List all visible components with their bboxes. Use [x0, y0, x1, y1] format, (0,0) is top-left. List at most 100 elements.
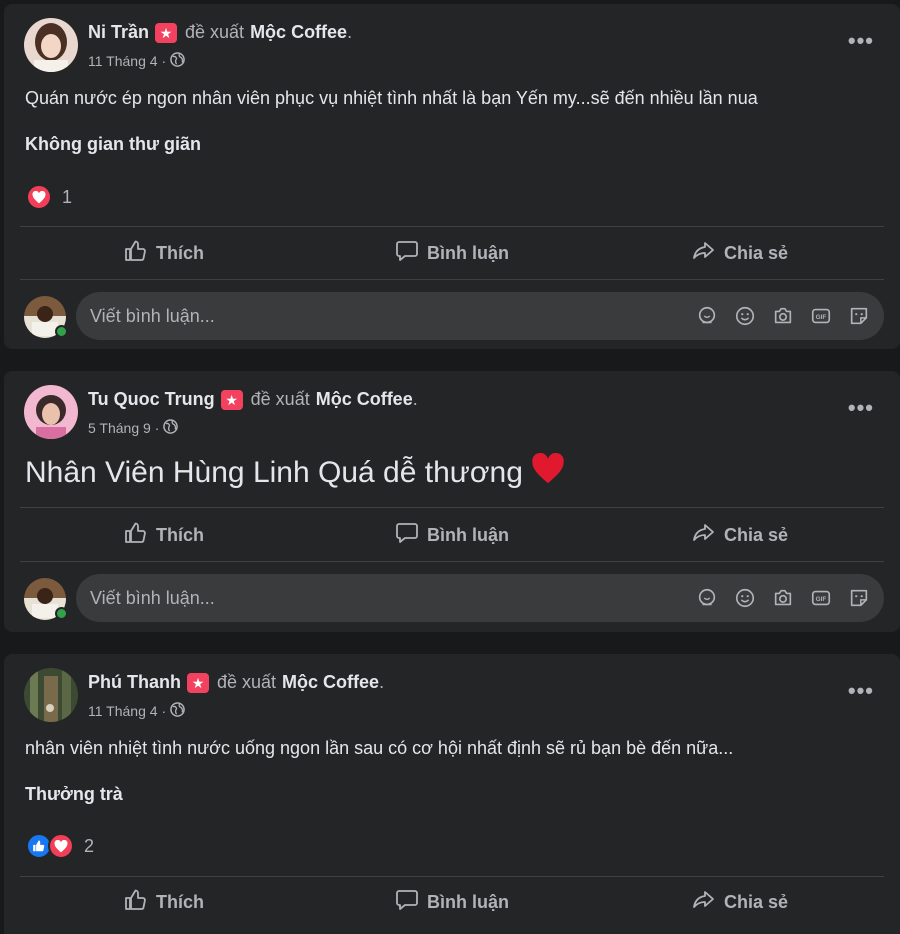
- post-text: nhân viên nhiệt tình nước uống ngon lần …: [25, 738, 734, 758]
- comment-label: Bình luận: [427, 524, 509, 545]
- page-name[interactable]: Mộc Coffee: [282, 672, 379, 693]
- post-text: Nhân Viên Hùng Linh Quá dễ thương: [25, 456, 523, 489]
- heart-emoji-icon: [531, 452, 565, 493]
- meta-separator: ·: [154, 420, 160, 436]
- like-button[interactable]: Thích: [20, 231, 308, 275]
- recommend-verb: đề xuất: [217, 672, 277, 692]
- author-avatar[interactable]: [24, 385, 78, 439]
- share-button[interactable]: Chia sẻ: [596, 513, 884, 557]
- comment-input[interactable]: [90, 305, 694, 327]
- comment-input[interactable]: [90, 587, 694, 609]
- gif-icon[interactable]: GIF: [808, 585, 834, 611]
- more-options-icon[interactable]: •••: [848, 28, 874, 54]
- page-name[interactable]: Mộc Coffee: [316, 389, 413, 410]
- post-meta: 11 Tháng 4 ·: [88, 52, 186, 70]
- like-button[interactable]: Thích: [20, 880, 308, 924]
- author-name[interactable]: Ni Trần: [88, 22, 149, 43]
- avatar-sticker-icon[interactable]: [694, 303, 720, 329]
- post-card: Tu Quoc Trung ★ đề xuất Mộc Coffee . 5 T…: [4, 371, 900, 632]
- comment-tools: GIF: [694, 303, 872, 329]
- comment-icon: [395, 239, 419, 268]
- share-button[interactable]: Chia sẻ: [596, 231, 884, 275]
- author-line: Tu Quoc Trung ★ đề xuất Mộc Coffee .: [88, 389, 418, 410]
- comment-button[interactable]: Bình luận: [308, 880, 596, 924]
- meta-separator: ·: [161, 703, 167, 719]
- comment-icon: [395, 888, 419, 917]
- thumbs-up-icon: [124, 239, 148, 268]
- share-icon: [692, 239, 716, 268]
- comment-composer: GIF: [24, 574, 884, 622]
- share-icon: [692, 521, 716, 550]
- globe-icon: [170, 52, 186, 70]
- sentence-period: .: [347, 22, 353, 42]
- recommend-badge-icon: ★: [187, 672, 209, 693]
- comment-label: Bình luận: [427, 242, 509, 263]
- heart-reaction-icon: [26, 184, 52, 210]
- divider: [20, 279, 884, 280]
- author-line: Ni Trần ★ đề xuất Mộc Coffee .: [88, 22, 352, 43]
- divider: [20, 876, 884, 877]
- comment-tools: GIF: [694, 585, 872, 611]
- post-meta: 5 Tháng 9 ·: [88, 419, 179, 437]
- svg-text:GIF: GIF: [816, 314, 827, 321]
- post-tag: Thưởng trà: [25, 784, 123, 804]
- comment-input-wrapper: GIF: [76, 574, 884, 622]
- recommend-badge-icon: ★: [220, 389, 243, 410]
- share-icon: [692, 888, 716, 917]
- sticker-icon[interactable]: [846, 303, 872, 329]
- share-label: Chia sẻ: [723, 524, 789, 545]
- post-header: Ni Trần ★ đề xuất Mộc Coffee . 11 Tháng …: [24, 18, 900, 74]
- more-options-icon[interactable]: •••: [848, 678, 874, 704]
- post-date[interactable]: 11 Tháng 4: [88, 703, 158, 719]
- gif-icon[interactable]: GIF: [808, 303, 834, 329]
- camera-icon[interactable]: [770, 303, 796, 329]
- reaction-summary[interactable]: 2: [26, 833, 94, 859]
- comment-composer: GIF: [24, 292, 884, 340]
- comment-icon: [395, 521, 419, 550]
- comment-input-wrapper: GIF: [76, 292, 884, 340]
- post-header: Tu Quoc Trung ★ đề xuất Mộc Coffee . 5 T…: [24, 385, 900, 441]
- like-label: Thích: [156, 891, 204, 912]
- more-options-icon[interactable]: •••: [848, 395, 874, 421]
- sticker-icon[interactable]: [846, 585, 872, 611]
- emoji-icon[interactable]: [732, 585, 758, 611]
- heart-reaction-icon: [48, 833, 74, 859]
- recommend-verb: đề xuất: [185, 22, 245, 42]
- like-button[interactable]: Thích: [20, 513, 308, 557]
- page-name[interactable]: Mộc Coffee: [250, 22, 347, 43]
- comment-button[interactable]: Bình luận: [308, 513, 596, 557]
- author-name[interactable]: Tu Quoc Trung: [88, 389, 215, 410]
- author-avatar[interactable]: [24, 18, 78, 72]
- svg-text:GIF: GIF: [816, 596, 827, 603]
- author-name[interactable]: Phú Thanh: [88, 672, 181, 693]
- online-status-icon: [55, 325, 68, 338]
- comment-button[interactable]: Bình luận: [308, 231, 596, 275]
- thumbs-up-icon: [124, 888, 148, 917]
- like-label: Thích: [156, 524, 204, 545]
- share-button[interactable]: Chia sẻ: [596, 880, 884, 924]
- sentence-period: .: [379, 672, 385, 692]
- post-header: Phú Thanh ★ đề xuất Mộc Coffee . 11 Thán…: [24, 668, 900, 724]
- reaction-summary[interactable]: 1: [26, 184, 72, 210]
- recommend-badge-icon: ★: [155, 22, 178, 43]
- divider: [20, 507, 884, 508]
- emoji-icon[interactable]: [732, 303, 758, 329]
- post-date[interactable]: 11 Tháng 4: [88, 53, 158, 69]
- avatar-sticker-icon[interactable]: [694, 585, 720, 611]
- action-bar: Thích Bình luận Chia sẻ: [20, 231, 884, 275]
- like-label: Thích: [156, 242, 204, 263]
- action-bar: Thích Bình luận Chia sẻ: [20, 513, 884, 557]
- online-status-icon: [55, 607, 68, 620]
- thumbs-up-icon: [124, 521, 148, 550]
- comment-label: Bình luận: [427, 891, 509, 912]
- recommend-verb: đề xuất: [250, 389, 310, 409]
- divider: [20, 561, 884, 562]
- author-avatar[interactable]: [24, 668, 78, 722]
- action-bar: Thích Bình luận Chia sẻ: [20, 880, 884, 924]
- divider: [20, 226, 884, 227]
- author-line: Phú Thanh ★ đề xuất Mộc Coffee .: [88, 672, 384, 693]
- post-date[interactable]: 5 Tháng 9: [88, 420, 151, 436]
- camera-icon[interactable]: [770, 585, 796, 611]
- share-label: Chia sẻ: [723, 242, 789, 263]
- post-card: Ni Trần ★ đề xuất Mộc Coffee . 11 Tháng …: [4, 4, 900, 349]
